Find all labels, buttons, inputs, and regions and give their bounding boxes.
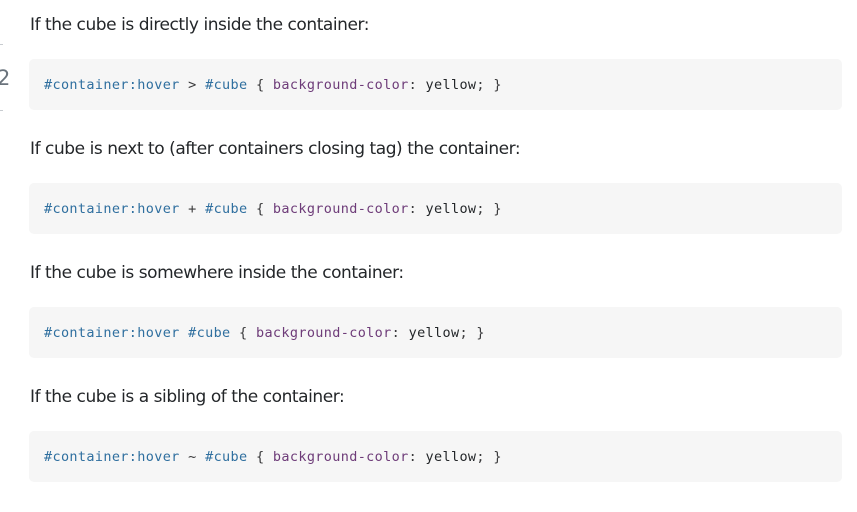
code-value: yellow [400, 324, 460, 341]
code-line: #container:hover + #cube { background-co… [44, 201, 502, 217]
code-value: yellow [417, 76, 477, 93]
paragraph-adjacent-sibling: If cube is next to (after containers clo… [30, 139, 521, 159]
code-brace-open: { [230, 324, 256, 341]
code-line: #container:hover #cube { background-colo… [44, 325, 485, 341]
gutter-tick-top [0, 44, 3, 45]
code-brace-close: ; } [459, 324, 485, 341]
code-value: yellow [417, 448, 477, 465]
code-selector-cube: #cube [205, 200, 248, 217]
code-selector-container: #container [44, 448, 129, 465]
code-brace-close: ; } [476, 200, 502, 217]
code-colon: : [408, 76, 418, 93]
code-property: background-color [272, 76, 409, 93]
code-combinator [180, 325, 188, 341]
code-block-adjacent-sibling[interactable]: #container:hover + #cube { background-co… [29, 183, 842, 234]
code-property: background-color [272, 448, 409, 465]
code-brace-open: { [247, 448, 273, 465]
code-block-direct-child[interactable]: #container:hover > #cube { background-co… [29, 59, 842, 110]
code-property: background-color [272, 200, 409, 217]
code-pseudo-class: :hover [128, 200, 180, 217]
paragraph-descendant: If the cube is somewhere inside the cont… [30, 263, 404, 283]
code-selector-cube: #cube [205, 448, 248, 465]
code-combinator: > [179, 76, 206, 93]
code-line: #container:hover > #cube { background-co… [44, 77, 502, 93]
code-combinator: + [179, 200, 206, 217]
code-value: yellow [417, 200, 477, 217]
code-brace-open: { [247, 200, 273, 217]
code-block-general-sibling[interactable]: #container:hover ~ #cube { background-co… [29, 431, 842, 482]
code-block-descendant[interactable]: #container:hover #cube { background-colo… [29, 307, 842, 358]
code-colon: : [408, 448, 418, 465]
vote-count-fragment: 2 [0, 66, 11, 90]
code-colon: : [391, 324, 401, 341]
code-pseudo-class: :hover [128, 448, 180, 465]
code-brace-open: { [247, 76, 273, 93]
code-pseudo-class: :hover [128, 324, 180, 341]
gutter-tick-bottom [0, 110, 3, 111]
paragraph-direct-child: If the cube is directly inside the conta… [30, 15, 370, 35]
paragraph-general-sibling: If the cube is a sibling of the containe… [30, 387, 345, 407]
code-brace-close: ; } [476, 76, 502, 93]
code-combinator: ~ [179, 448, 206, 465]
code-selector-cube: #cube [205, 76, 248, 93]
code-brace-close: ; } [476, 448, 502, 465]
code-colon: : [408, 200, 418, 217]
code-pseudo-class: :hover [128, 76, 180, 93]
code-line: #container:hover ~ #cube { background-co… [44, 449, 502, 465]
code-property: background-color [255, 324, 392, 341]
code-selector-container: #container [44, 200, 129, 217]
code-selector-cube: #cube [188, 324, 231, 341]
code-selector-container: #container [44, 76, 129, 93]
code-selector-container: #container [44, 324, 129, 341]
